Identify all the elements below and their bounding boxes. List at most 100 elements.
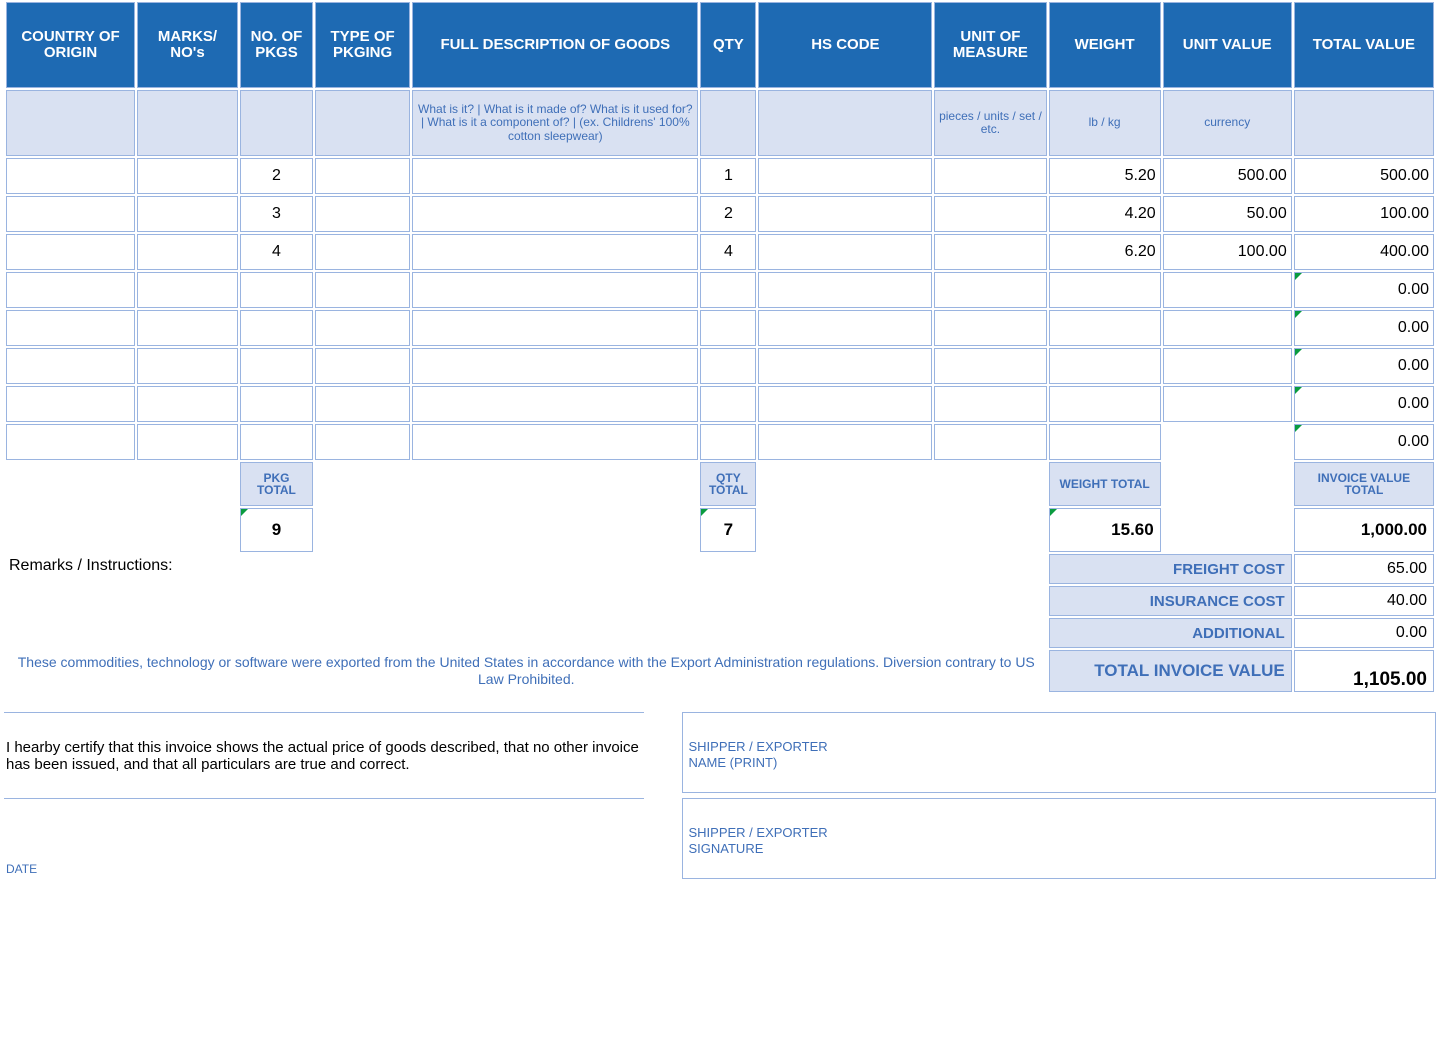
cell-totalvalue[interactable]: 500.00 (1294, 158, 1434, 194)
cell-hs[interactable] (758, 348, 932, 384)
cell-qty[interactable]: 2 (700, 196, 756, 232)
cell-weight[interactable] (1049, 386, 1161, 422)
cell-country[interactable] (6, 272, 135, 308)
cell-uom[interactable] (934, 272, 1046, 308)
cell-pkgs[interactable] (240, 424, 313, 460)
cell-unitvalue[interactable]: 100.00 (1163, 234, 1292, 270)
cell-uom[interactable] (934, 348, 1046, 384)
cell-pkging[interactable] (315, 348, 410, 384)
cell-qty[interactable] (700, 424, 756, 460)
cell-marks[interactable] (137, 196, 238, 232)
cell-pkging[interactable] (315, 310, 410, 346)
cell-pkgs[interactable] (240, 310, 313, 346)
cell-pkgs[interactable]: 2 (240, 158, 313, 194)
cell-pkging[interactable] (315, 424, 410, 460)
cell-pkging[interactable] (315, 196, 410, 232)
cell-pkging[interactable] (315, 234, 410, 270)
cell-weight[interactable] (1049, 424, 1161, 460)
cell-qty[interactable] (700, 348, 756, 384)
cell-hs[interactable] (758, 272, 932, 308)
cell-weight[interactable] (1049, 272, 1161, 308)
cell-qty[interactable] (700, 272, 756, 308)
cell-uom[interactable] (934, 158, 1046, 194)
cell-weight[interactable] (1049, 310, 1161, 346)
cell-weight[interactable]: 4.20 (1049, 196, 1161, 232)
col-hs: HS CODE (758, 2, 932, 88)
hint-pkgs (240, 90, 313, 156)
cell-unitvalue[interactable] (1163, 272, 1292, 308)
cell-uom[interactable] (934, 234, 1046, 270)
cell-pkging[interactable] (315, 272, 410, 308)
cell-country[interactable] (6, 424, 135, 460)
cell-qty[interactable] (700, 386, 756, 422)
cell-desc[interactable] (412, 386, 698, 422)
cell-qty[interactable]: 4 (700, 234, 756, 270)
cell-country[interactable] (6, 196, 135, 232)
cell-weight[interactable]: 6.20 (1049, 234, 1161, 270)
cell-marks[interactable] (137, 272, 238, 308)
cell-totalvalue[interactable]: 0.00 (1294, 424, 1434, 460)
cell-hs[interactable] (758, 196, 932, 232)
cell-desc[interactable] (412, 196, 698, 232)
cell-unitvalue[interactable] (1163, 348, 1292, 384)
cell-marks[interactable] (137, 234, 238, 270)
col-pkgs: NO. OF PKGS (240, 2, 313, 88)
cell-unitvalue[interactable]: 500.00 (1163, 158, 1292, 194)
cell-marks[interactable] (137, 158, 238, 194)
cell-pkgs[interactable]: 3 (240, 196, 313, 232)
cell-weight[interactable]: 5.20 (1049, 158, 1161, 194)
insurance-cost-value[interactable]: 40.00 (1294, 586, 1434, 616)
cell-country[interactable] (6, 348, 135, 384)
table-row: 0.00 (6, 386, 1434, 422)
cell-totalvalue[interactable]: 0.00 (1294, 348, 1434, 384)
cell-hs[interactable] (758, 424, 932, 460)
cell-pkging[interactable] (315, 158, 410, 194)
shipper-name-box[interactable]: SHIPPER / EXPORTER NAME (PRINT) (682, 712, 1436, 792)
freight-cost-value[interactable]: 65.00 (1294, 554, 1434, 584)
cell-uom[interactable] (934, 196, 1046, 232)
col-weight: WEIGHT (1049, 2, 1161, 88)
shipper-signature-box[interactable]: SHIPPER / EXPORTER SIGNATURE (682, 798, 1436, 878)
cell-totalvalue[interactable]: 0.00 (1294, 386, 1434, 422)
cell-pkgs[interactable] (240, 386, 313, 422)
cell-marks[interactable] (137, 386, 238, 422)
cell-totalvalue[interactable]: 100.00 (1294, 196, 1434, 232)
cell-desc[interactable] (412, 424, 698, 460)
cell-marks[interactable] (137, 310, 238, 346)
shipper-sig-label1: SHIPPER / EXPORTER (689, 825, 828, 840)
cell-unitvalue[interactable]: 50.00 (1163, 196, 1292, 232)
cell-desc[interactable] (412, 272, 698, 308)
cell-totalvalue[interactable]: 0.00 (1294, 272, 1434, 308)
cell-uom[interactable] (934, 310, 1046, 346)
cell-totalvalue[interactable]: 400.00 (1294, 234, 1434, 270)
cell-desc[interactable] (412, 234, 698, 270)
remarks-label[interactable]: Remarks / Instructions: (6, 554, 1047, 648)
cell-hs[interactable] (758, 234, 932, 270)
cell-unitvalue[interactable] (1163, 310, 1292, 346)
cell-totalvalue[interactable]: 0.00 (1294, 310, 1434, 346)
cell-uom[interactable] (934, 424, 1046, 460)
date-field[interactable]: DATE (4, 798, 644, 878)
cell-country[interactable] (6, 386, 135, 422)
cell-hs[interactable] (758, 158, 932, 194)
cell-desc[interactable] (412, 158, 698, 194)
cell-country[interactable] (6, 234, 135, 270)
cell-weight[interactable] (1049, 348, 1161, 384)
additional-cost-value[interactable]: 0.00 (1294, 618, 1434, 648)
cell-hs[interactable] (758, 386, 932, 422)
cell-uom[interactable] (934, 386, 1046, 422)
cell-pkgs[interactable] (240, 272, 313, 308)
cell-marks[interactable] (137, 348, 238, 384)
cell-country[interactable] (6, 158, 135, 194)
cell-pkgs[interactable]: 4 (240, 234, 313, 270)
cell-unitvalue[interactable] (1163, 386, 1292, 422)
cell-pkgs[interactable] (240, 348, 313, 384)
cell-marks[interactable] (137, 424, 238, 460)
cell-country[interactable] (6, 310, 135, 346)
cell-desc[interactable] (412, 310, 698, 346)
cell-hs[interactable] (758, 310, 932, 346)
cell-qty[interactable]: 1 (700, 158, 756, 194)
cell-qty[interactable] (700, 310, 756, 346)
cell-pkging[interactable] (315, 386, 410, 422)
cell-desc[interactable] (412, 348, 698, 384)
